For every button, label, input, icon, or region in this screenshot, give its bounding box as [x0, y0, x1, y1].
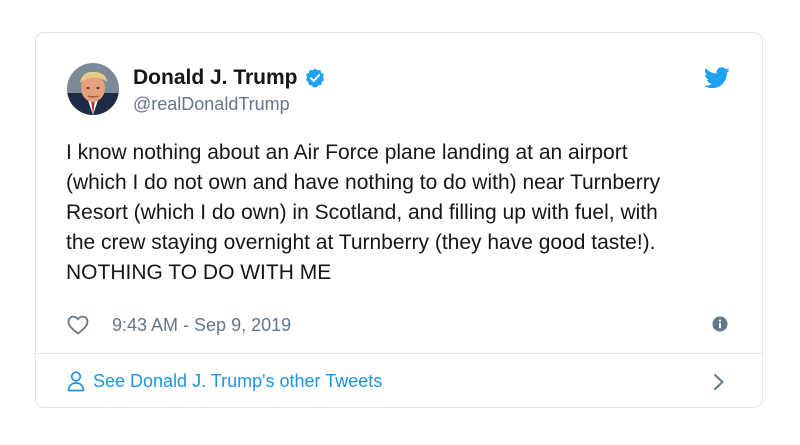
tweet-text-line: (which I do not own and have nothing to …	[66, 171, 661, 194]
divider	[36, 353, 762, 354]
heart-icon[interactable]	[66, 313, 90, 337]
twitter-bird-icon[interactable]	[704, 67, 730, 89]
verified-badge-icon	[305, 68, 324, 88]
tweet-card: Donald J. Trump @realDonaldTrump I know …	[35, 32, 763, 408]
tweet-timestamp[interactable]: 9:43 AM - Sep 9, 2019	[112, 315, 291, 336]
other-tweets-link[interactable]: See Donald J. Trump's other Tweets	[66, 370, 382, 392]
author-name[interactable]: Donald J. Trump	[133, 66, 326, 90]
info-icon[interactable]	[712, 316, 728, 332]
tweet-text-line: NOTHING TO DO WITH ME	[66, 261, 332, 284]
tweet-text-line: I know nothing about an Air Force plane …	[66, 141, 628, 164]
avatar[interactable]	[67, 63, 119, 115]
tweet-text: I know nothing about an Air Force plane …	[66, 138, 746, 288]
tweet-text-line: the crew staying overnight at Turnberry …	[66, 231, 656, 254]
other-tweets-label[interactable]: See Donald J. Trump's other Tweets	[93, 371, 382, 392]
person-icon	[67, 371, 85, 392]
chevron-right-icon[interactable]	[712, 372, 726, 392]
author-handle[interactable]: @realDonaldTrump	[133, 94, 290, 115]
tweet-meta: 9:43 AM - Sep 9, 2019	[66, 313, 291, 337]
author-name-text[interactable]: Donald J. Trump	[133, 66, 298, 90]
tweet-text-line: Resort (which I do own) in Scotland, and…	[66, 201, 658, 224]
